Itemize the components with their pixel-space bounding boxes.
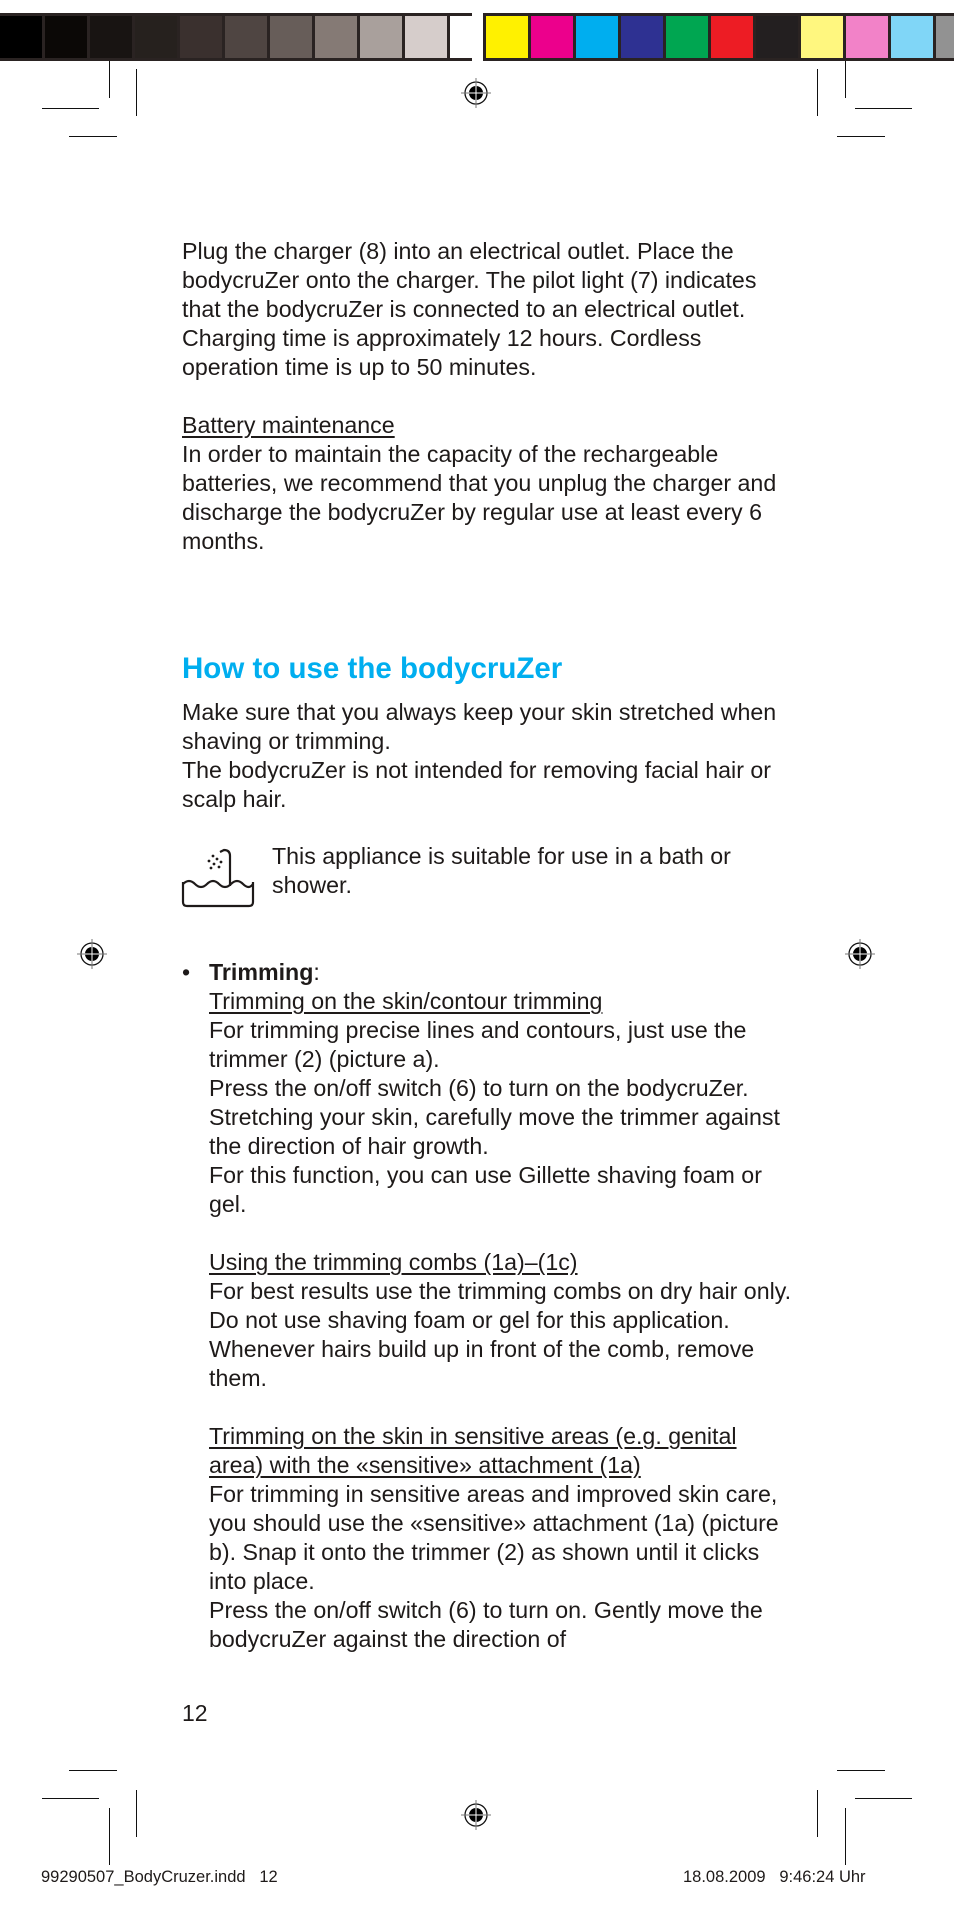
page-number: 12 xyxy=(182,1700,208,1726)
grayscale-swatch xyxy=(45,16,87,58)
charging-section: Plug the charger (8) into an electrical … xyxy=(182,237,782,556)
crop-mark xyxy=(855,1798,912,1800)
slug-filename: 99290507_BodyCruzer.indd 12 xyxy=(41,1868,278,1886)
contour-trimming-line: For trimming precise lines and contours,… xyxy=(209,1017,747,1072)
color-swatch xyxy=(711,16,753,58)
skin-stretch-note: Make sure that you always keep your skin… xyxy=(182,699,777,754)
color-swatch xyxy=(531,16,573,58)
grayscale-swatch xyxy=(405,16,447,58)
not-intended-note: The bodycruZer is not intended for remov… xyxy=(182,757,771,812)
grayscale-swatch xyxy=(0,16,42,58)
color-swatch xyxy=(666,16,708,58)
trimming-list-item: • Trimming: Trimming on the skin/contour… xyxy=(182,958,792,1654)
battery-maintenance-text: In order to maintain the capacity of the… xyxy=(182,441,777,554)
registration-target-icon xyxy=(77,939,107,969)
crop-mark xyxy=(845,61,847,98)
grayscale-swatch xyxy=(225,16,267,58)
grayscale-swatch xyxy=(270,16,312,58)
grayscale-swatch xyxy=(360,16,402,58)
crop-mark xyxy=(837,136,885,138)
trimming-colon: : xyxy=(313,959,320,985)
color-control-strip-process xyxy=(483,13,954,61)
contour-trimming-heading: Trimming on the skin/contour trimming xyxy=(209,988,603,1014)
color-swatch xyxy=(846,16,888,58)
sensitive-areas-line: Press the on/off switch (6) to turn on. … xyxy=(209,1597,763,1652)
crop-mark xyxy=(109,61,111,98)
crop-mark xyxy=(845,1808,847,1865)
crop-mark xyxy=(817,1790,819,1837)
crop-mark xyxy=(42,1798,99,1800)
crop-mark xyxy=(42,108,99,110)
bath-suitability-text: This appliance is suitable for use in a … xyxy=(272,843,731,898)
color-swatch xyxy=(756,16,798,58)
crop-mark xyxy=(136,69,138,116)
color-swatch xyxy=(621,16,663,58)
color-swatch xyxy=(486,16,528,58)
crop-mark xyxy=(69,136,117,138)
charging-time: Charging time is approximately 12 hours.… xyxy=(182,325,702,380)
contour-trimming-line: Press the on/off switch (6) to turn on t… xyxy=(209,1075,749,1101)
sensitive-areas-heading: Trimming on the skin in sensitive areas … xyxy=(209,1423,737,1478)
crop-mark xyxy=(109,1808,111,1865)
trimming-combs-heading: Using the trimming combs (1a)–(1c) xyxy=(209,1249,578,1275)
bath-shower-icon xyxy=(181,848,255,908)
trimming-title: Trimming xyxy=(209,959,314,985)
trimming-combs-text: For best results use the trimming combs … xyxy=(209,1278,792,1391)
bullet: • xyxy=(182,959,191,985)
usage-intro: Make sure that you always keep your skin… xyxy=(182,698,782,814)
contour-trimming-line: For this function, you can use Gillette … xyxy=(209,1162,762,1217)
grayscale-swatch xyxy=(315,16,357,58)
registration-target-icon xyxy=(461,78,491,108)
registration-target-icon xyxy=(845,939,875,969)
section-heading: How to use the bodycruZer xyxy=(182,652,563,685)
crop-mark xyxy=(837,1770,885,1772)
color-control-strip-grayscale xyxy=(0,13,492,61)
contour-trimming-line: Stretching your skin, carefully move the… xyxy=(209,1104,780,1159)
color-swatch xyxy=(936,16,954,58)
grayscale-swatch xyxy=(135,16,177,58)
crop-mark xyxy=(69,1770,117,1772)
color-swatch xyxy=(801,16,843,58)
crop-mark xyxy=(817,69,819,116)
color-swatch xyxy=(891,16,933,58)
charging-instructions: Plug the charger (8) into an electrical … xyxy=(182,238,757,322)
crop-mark xyxy=(855,108,912,110)
crop-mark xyxy=(136,1790,138,1837)
color-swatch xyxy=(576,16,618,58)
slug-timestamp: 18.08.2009 9:46:24 Uhr xyxy=(683,1868,866,1886)
sensitive-areas-line: For trimming in sensitive areas and impr… xyxy=(209,1481,779,1594)
grayscale-swatch xyxy=(180,16,222,58)
battery-maintenance-heading: Battery maintenance xyxy=(182,412,395,438)
registration-target-icon xyxy=(461,1800,491,1830)
grayscale-swatch xyxy=(90,16,132,58)
